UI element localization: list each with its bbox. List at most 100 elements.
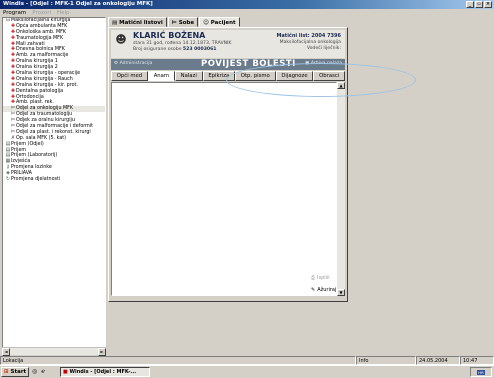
status-bar: Lokacija Info 24.05.2004 10:47 <box>0 356 494 365</box>
windows-logo-icon: ⊞ <box>4 369 9 375</box>
tree-item-label: Oralna kirurgija 2 <box>16 65 58 71</box>
bed-icon: ⊨ <box>171 20 179 26</box>
section-strip: ⚙ Administracija POVIJEST BOLESTI ▣ Arhi… <box>111 59 345 70</box>
status-time: 10:47 <box>460 356 494 365</box>
archive-label: Arhiva nalaza <box>310 61 342 66</box>
tree-item-label: Maksilofacijalna kirurgija <box>11 18 71 23</box>
text-vscrollbar[interactable]: ▲ ▼ <box>337 82 345 296</box>
top-tabs: ▤ Matični listovi ⊨ Sobe ☺ Pacijent <box>108 17 240 27</box>
status-date: 24.05.2004 <box>416 356 460 365</box>
tab-maticni-listovi[interactable]: ▤ Matični listovi <box>108 17 167 27</box>
quick-launch: ◎ ℯ <box>32 368 45 375</box>
print-label: Ispiši <box>317 275 330 281</box>
tree-item-label: PRILIAVA <box>11 171 32 177</box>
patient-pane: ☻ KLARIĆ BOŽENA stara 31 god, rođena 14.… <box>108 27 348 302</box>
tree-item-label: Oralna kirurgija 1 <box>16 59 58 65</box>
app-window: Windis - [Odjel : MFK-1 Odjel za onkolog… <box>0 0 494 378</box>
tree-item-label: Odjel za traumatologiju <box>16 112 73 118</box>
tree-item-label: Mali zahvati <box>16 41 45 47</box>
scroll-up-icon[interactable]: ▲ <box>337 82 345 89</box>
subtab-3[interactable]: Epikriza <box>202 71 236 81</box>
tree-item-label: Amb. plast. rek. <box>16 100 54 106</box>
tree-item-label: Amb. za malformacije <box>16 53 69 59</box>
menu-program[interactable]: Program <box>3 9 26 17</box>
insurance-number: 523 0003061 <box>182 47 217 52</box>
tab-pacijent[interactable]: ☺ Pacijent <box>199 17 240 27</box>
subtab-6[interactable]: Obrasci <box>313 71 345 81</box>
tree-item-label: Odjek za oralnu kirurgiju <box>16 118 75 124</box>
tree-item-label: Promjena lozinke <box>11 165 52 171</box>
admin-link[interactable]: ⚙ Administracija <box>114 61 152 66</box>
tree-item-label: Opća ambulanta MFK <box>16 23 68 29</box>
printer-icon: ⎙ <box>311 275 316 281</box>
tab-label: Pacijent <box>210 20 236 26</box>
tree-item-label: Dentalna patologija <box>16 88 64 94</box>
start-button[interactable]: ⊞ Start <box>1 367 29 377</box>
menu-help[interactable]: Help <box>57 9 70 17</box>
subtab-5[interactable]: Dijagnoze <box>275 71 314 81</box>
tree-item-label: Odjel za onkologiju MFK <box>16 106 74 112</box>
department-name: Maksilofacijalna onkologija <box>279 40 341 45</box>
main-area: ▤ Matični listovi ⊨ Sobe ☺ Pacijent ☻ KL… <box>108 17 494 355</box>
tab-sobe[interactable]: ⊨ Sobe <box>167 17 199 27</box>
window-title: Windis - [Odjel : MFK-1 Odjel za onkolog… <box>3 1 153 7</box>
menu-bar: Program Prozori Help <box>0 9 494 17</box>
subtab-0[interactable]: Opći med <box>111 71 148 81</box>
history-tabs: Opći med Anam Nalazi Epikriza Otp. pismo Dija… <box>111 71 345 81</box>
desktop-icon[interactable]: ◎ <box>32 368 37 375</box>
history-text-area[interactable] <box>111 82 337 296</box>
tree-item-label: Promjena djelatnosti <box>11 177 61 183</box>
tree-item-label: Op. sala MFK (5. kat) <box>16 135 67 141</box>
tree-item-label: Odjel za malformacije i deformit <box>16 124 94 130</box>
person-icon: ☺ <box>203 20 211 26</box>
browser-icon[interactable]: ℯ <box>41 368 45 375</box>
minimize-button[interactable]: _ <box>466 1 474 8</box>
close-button[interactable]: × <box>484 1 492 8</box>
tree-item-label: Prijem (Odjel) <box>11 141 44 147</box>
menu-prozori[interactable]: Prozori <box>32 9 51 17</box>
patient-insurance: Broj osigurane osobe 523 0003061 <box>133 47 217 52</box>
tree-item-label: Izvješća <box>11 159 31 165</box>
window-controls: _ ▫ × <box>466 1 492 8</box>
admin-label: Administracija <box>119 61 153 66</box>
lead-doctor: Vodeći liječnik: <box>306 46 341 51</box>
taskbar-item-windis[interactable]: ■ Windis - [Odjel : MFK-... <box>60 367 150 377</box>
title-bar: Windis - [Odjel : MFK-1 Odjel za onkolog… <box>0 0 494 9</box>
status-location: Lokacija <box>0 356 356 365</box>
taskbar: ⊞ Start ◎ ℯ ■ Windis - [Odjel : MFK-... … <box>0 365 494 378</box>
tree-item[interactable]: ↻Promjena djelatnosti <box>3 176 105 183</box>
tree-item-label: Oralna kirurgija - Rauch <box>16 76 73 82</box>
patient-avatar-icon: ☻ <box>115 33 127 46</box>
tree-item-label: Odjel za plast. i rekonst. kirurgi <box>16 129 91 135</box>
tree-item-label: Dnevna bolnica MFK <box>16 47 65 53</box>
edit-icon: ✎ <box>311 287 316 293</box>
patient-info: stara 31 god, rođena 14.12.1873, TRAVNIK <box>133 41 232 46</box>
scroll-right-icon[interactable]: ► <box>98 348 106 356</box>
navigation-tree: ⊟Maksilofacijalna kirurgija ✚Opća ambulan… <box>2 17 106 355</box>
status-info: Info <box>356 356 416 365</box>
print-button[interactable]: ⎙ Ispiši <box>309 274 339 283</box>
archive-link[interactable]: ▣ Arhiva nalaza <box>305 61 342 66</box>
tree-item-label: Traumatologija MFK <box>16 35 64 41</box>
subtab-1[interactable]: Anam <box>147 71 175 81</box>
patient-name: KLARIĆ BOŽENA <box>133 31 206 40</box>
system-tray: HR <box>470 367 492 377</box>
tree-item-label: Oralna kirurgija - kir. prot. <box>16 82 78 88</box>
insurance-label: Broj osigurane osobe <box>133 47 182 52</box>
start-label: Start <box>10 369 27 375</box>
app-icon: ■ <box>63 369 68 375</box>
subtab-4[interactable]: Otp. pismo <box>235 71 276 81</box>
restore-button[interactable]: ▫ <box>475 1 483 8</box>
tree-hscrollbar[interactable]: ◄ ► <box>2 347 106 356</box>
tab-label: Sobe <box>178 20 195 26</box>
subtab-2[interactable]: Nalazi <box>174 71 203 81</box>
update-label: Ažuriraj <box>317 287 337 293</box>
section-title: POVIJEST BOLESTI <box>201 59 296 69</box>
language-indicator[interactable]: HR <box>477 369 485 375</box>
update-button[interactable]: ✎ Ažuriraj <box>309 286 339 295</box>
tab-label: Matični listovi <box>119 20 163 26</box>
scroll-left-icon[interactable]: ◄ <box>2 348 10 356</box>
tree-item-label: Onkološka amb. MFK <box>16 29 67 35</box>
tree-item-label: Ortodoncija <box>16 94 44 100</box>
tree-item-label: Oralna kirurgija - operacije <box>16 71 81 77</box>
